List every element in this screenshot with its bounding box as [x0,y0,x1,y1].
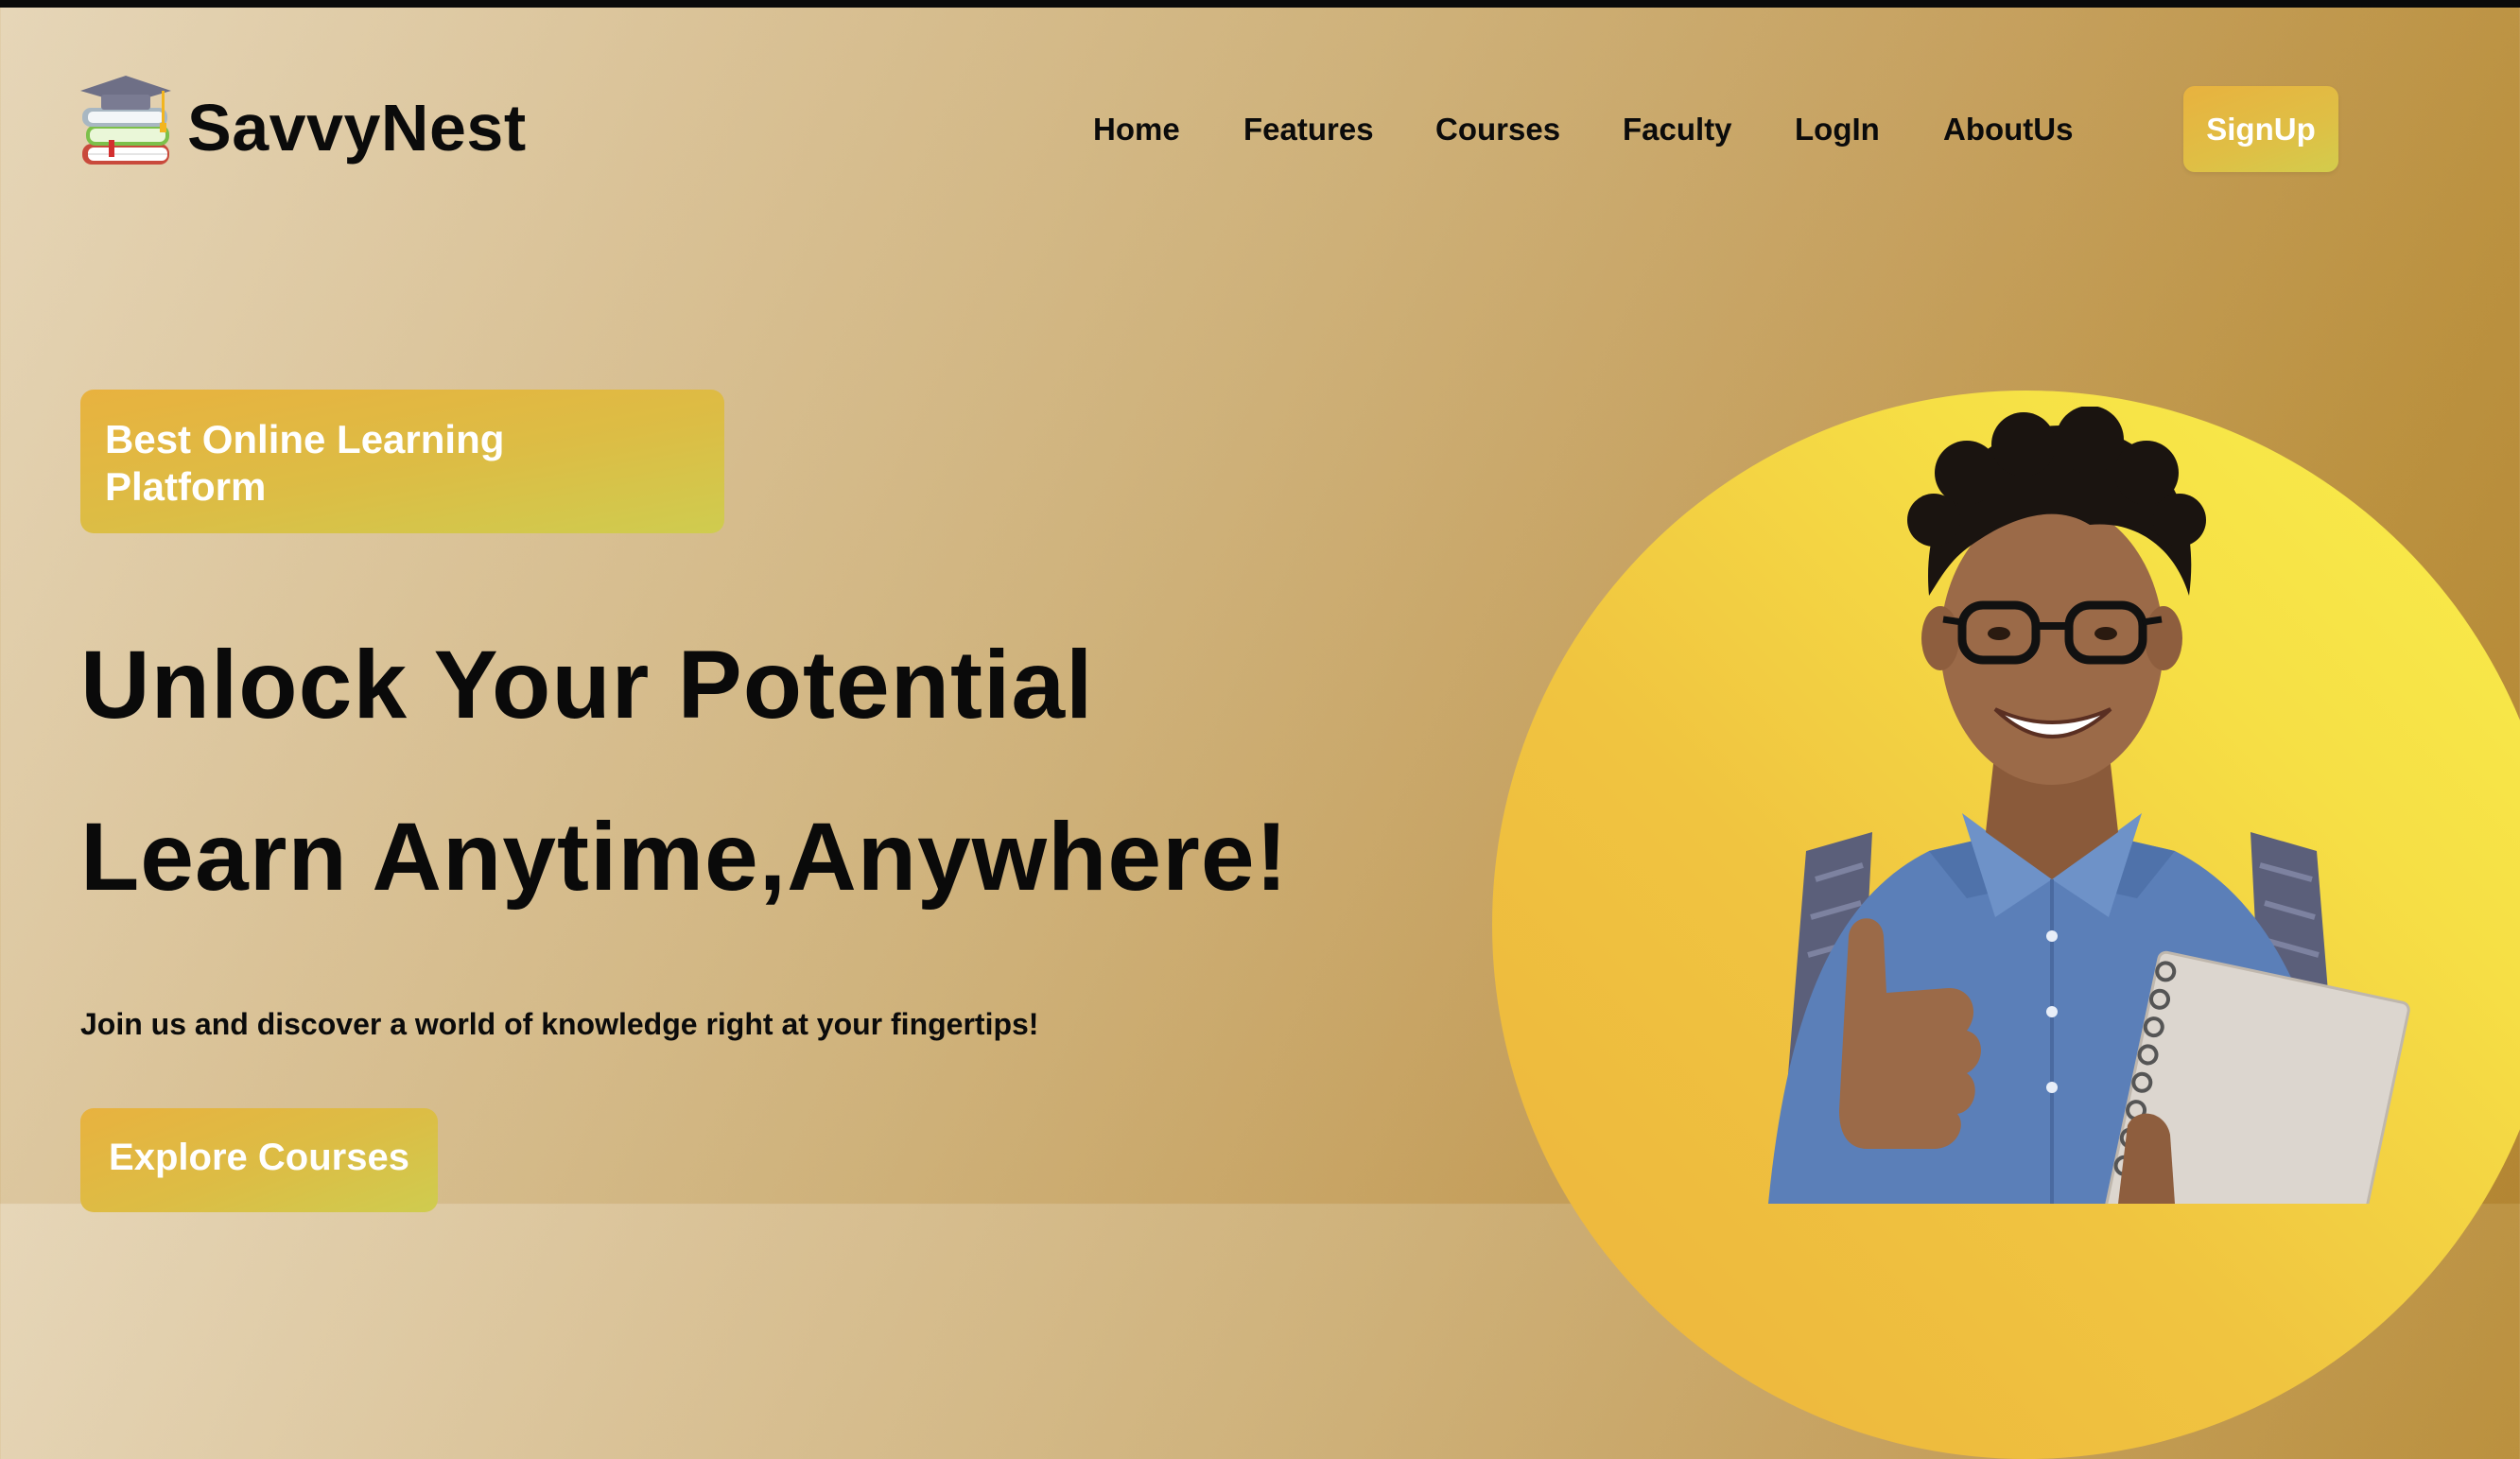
nav-courses[interactable]: Courses [1435,106,1560,153]
top-border [0,0,2520,8]
badge-text: Best Online Learning Platform [105,417,505,509]
headline-line-2: Learn Anytime,Anywhere! [80,803,1289,911]
hero-subtext: Join us and discover a world of knowledg… [80,1007,1039,1041]
nav-login[interactable]: LogIn [1795,106,1880,153]
signup-button[interactable]: SignUp [2183,86,2338,172]
graduation-cap-books-icon [80,76,171,165]
brand-name[interactable]: SavvyNest [187,87,527,168]
nav-home[interactable]: Home [1093,106,1180,153]
student-thumbs-up-illustration [1768,407,2410,1204]
explore-courses-button[interactable]: Explore Courses [80,1108,438,1212]
nav-aboutus[interactable]: AboutUs [1943,106,2073,153]
nav-features[interactable]: Features [1243,106,1374,153]
platform-badge: Best Online Learning Platform [80,390,724,533]
headline-line-1: Unlock Your Potential [80,631,1094,738]
nav-faculty[interactable]: Faculty [1623,106,1732,153]
